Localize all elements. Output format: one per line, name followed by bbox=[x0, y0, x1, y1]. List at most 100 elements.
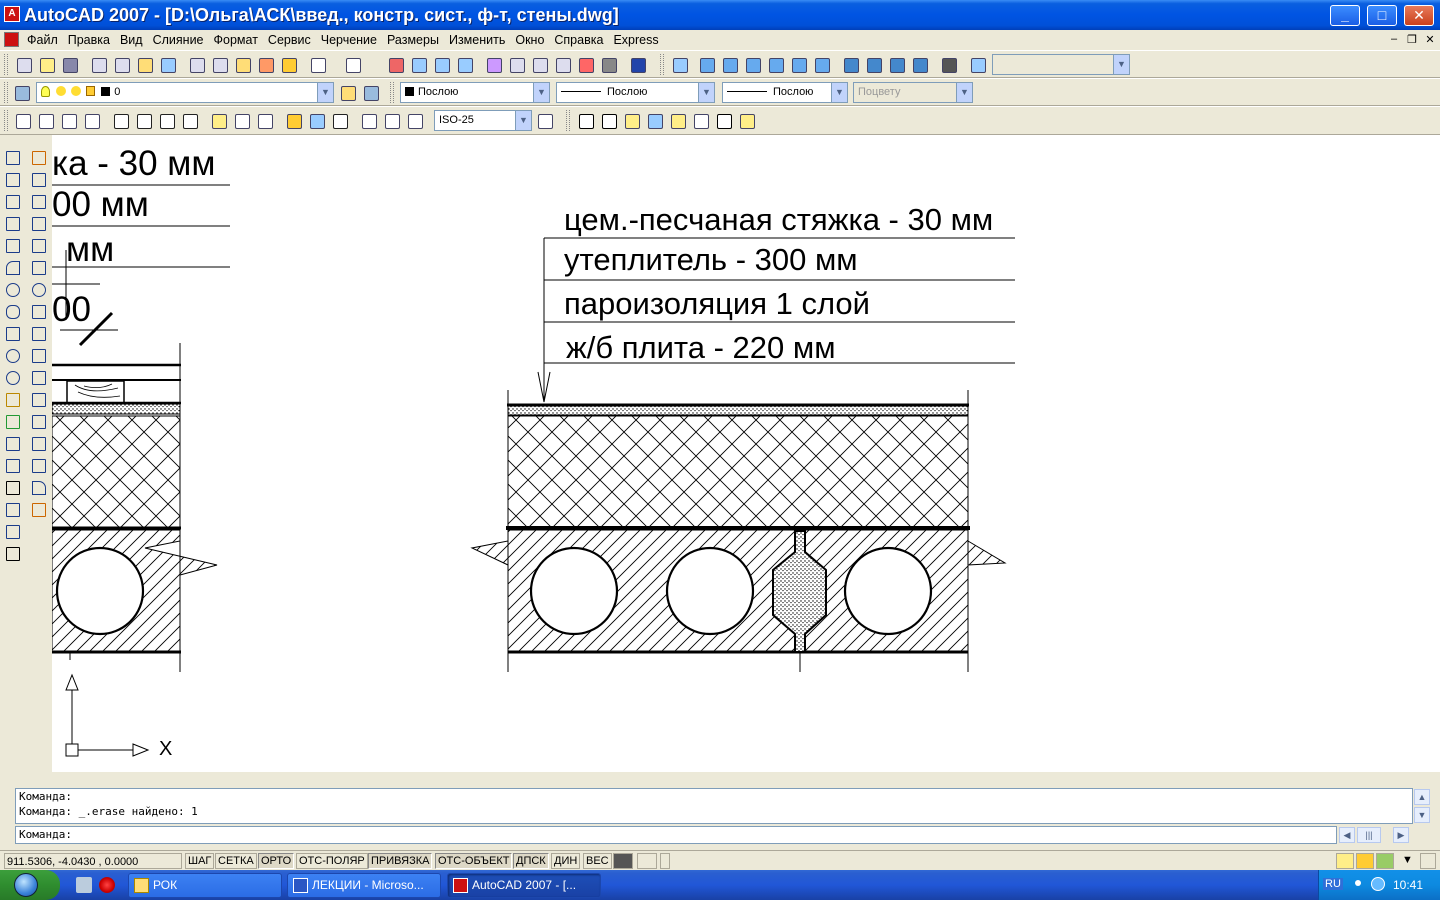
break-at-point-icon[interactable] bbox=[28, 389, 50, 409]
continue-dim-icon[interactable] bbox=[255, 111, 275, 131]
taskbar-item[interactable]: AutoCAD 2007 - [... bbox=[447, 873, 601, 898]
block-editor-icon[interactable] bbox=[279, 55, 299, 75]
dim-text-edit-icon[interactable] bbox=[382, 111, 402, 131]
menu-edit[interactable]: Правка bbox=[63, 32, 115, 48]
menu-express[interactable]: Express bbox=[608, 32, 663, 48]
menu-window[interactable]: Окно bbox=[510, 32, 549, 48]
calculator-icon[interactable] bbox=[599, 55, 619, 75]
ellipse-arc-icon[interactable] bbox=[2, 367, 24, 387]
label-insulation[interactable]: утеплитель - 300 мм bbox=[564, 244, 858, 275]
hatch-icon[interactable] bbox=[2, 455, 24, 475]
drawing-canvas[interactable]: ка - 30 мм 00 мм мм 00 цем.-песчаная стя… bbox=[52, 135, 1440, 772]
menu-merge[interactable]: Слияние bbox=[148, 32, 209, 48]
line-icon[interactable] bbox=[2, 147, 24, 167]
opera-icon[interactable] bbox=[99, 877, 115, 893]
menu-file[interactable]: Файл bbox=[22, 32, 63, 48]
scroll-left-icon[interactable]: ◀ bbox=[1339, 827, 1355, 843]
diameter-dim-icon[interactable] bbox=[157, 111, 177, 131]
right-view-icon[interactable] bbox=[766, 55, 786, 75]
join-icon[interactable] bbox=[28, 433, 50, 453]
arc-icon[interactable] bbox=[2, 257, 24, 277]
explode-icon[interactable] bbox=[28, 499, 50, 519]
left-label-third[interactable]: мм bbox=[66, 232, 114, 267]
menu-draw[interactable]: Черчение bbox=[316, 32, 382, 48]
save-icon[interactable] bbox=[60, 55, 80, 75]
dyn-toggle[interactable]: ДИН bbox=[551, 853, 581, 869]
taskbar-item[interactable]: ЛЕКЦИИ - Microso... bbox=[287, 873, 441, 898]
stretch-icon[interactable] bbox=[28, 323, 50, 343]
cut-icon[interactable] bbox=[187, 55, 207, 75]
autocad-icon[interactable]: A bbox=[4, 6, 20, 22]
lineweight-select[interactable]: Послою ▼ bbox=[722, 82, 848, 103]
scroll-down-icon[interactable]: ▼ bbox=[1414, 807, 1430, 823]
network-icon[interactable] bbox=[1371, 877, 1385, 891]
front-view-icon[interactable] bbox=[789, 55, 809, 75]
doc-close-button[interactable]: ✕ bbox=[1422, 33, 1438, 46]
sw-iso-icon[interactable] bbox=[841, 55, 861, 75]
chevron-down-icon[interactable]: ▼ bbox=[831, 83, 847, 102]
zoom-previous-icon[interactable] bbox=[455, 55, 475, 75]
plot-icon[interactable] bbox=[89, 55, 109, 75]
quicklaunch-icon[interactable] bbox=[76, 877, 92, 893]
back-view-icon[interactable] bbox=[812, 55, 832, 75]
make-block-icon[interactable] bbox=[2, 411, 24, 431]
new-icon[interactable] bbox=[14, 55, 34, 75]
offset-icon[interactable] bbox=[28, 213, 50, 233]
rotate-icon[interactable] bbox=[28, 279, 50, 299]
extend-icon[interactable] bbox=[28, 367, 50, 387]
dimstyle-select[interactable]: ISO-25 ▼ bbox=[434, 110, 532, 131]
layer-manager-icon[interactable] bbox=[12, 83, 32, 103]
toolbar-grip[interactable] bbox=[660, 54, 664, 75]
markup-icon[interactable] bbox=[576, 55, 596, 75]
color-select[interactable]: Послою ▼ bbox=[400, 82, 550, 103]
center-mark-icon[interactable] bbox=[330, 111, 350, 131]
left-label-screed[interactable]: ка - 30 мм bbox=[52, 146, 215, 181]
nw-iso-icon[interactable] bbox=[910, 55, 930, 75]
undo-icon[interactable] bbox=[308, 55, 328, 75]
status-menu-icon[interactable] bbox=[660, 853, 670, 869]
circle-icon[interactable] bbox=[2, 279, 24, 299]
single-line-text-icon[interactable] bbox=[599, 111, 619, 131]
insert-block-icon[interactable] bbox=[2, 389, 24, 409]
scroll-thumb[interactable]: ||| bbox=[1357, 827, 1381, 843]
chevron-down-icon[interactable]: ▼ bbox=[1400, 853, 1414, 869]
document-icon[interactable] bbox=[4, 32, 19, 47]
trim-icon[interactable] bbox=[28, 345, 50, 365]
scale-text-icon[interactable] bbox=[691, 111, 711, 131]
layer-select[interactable]: 0 ▼ bbox=[36, 82, 334, 103]
lwt-toggle[interactable]: ВЕС bbox=[583, 853, 612, 869]
dimstyle-manager-icon[interactable] bbox=[535, 111, 555, 131]
doc-restore-button[interactable]: ❐ bbox=[1404, 33, 1420, 46]
toolbar-grip[interactable] bbox=[390, 82, 394, 103]
layout-icon[interactable] bbox=[637, 853, 657, 869]
left-label-insulation[interactable]: 00 мм bbox=[52, 187, 149, 222]
polar-toggle[interactable]: ОТС-ПОЛЯР bbox=[296, 853, 368, 869]
revision-cloud-icon[interactable] bbox=[2, 301, 24, 321]
copy-object-icon[interactable] bbox=[28, 169, 50, 189]
taskbar-item[interactable]: РОК bbox=[128, 873, 282, 898]
clean-screen-icon[interactable] bbox=[1420, 853, 1436, 869]
gradient-icon[interactable] bbox=[2, 477, 24, 497]
quick-dim-icon[interactable] bbox=[209, 111, 229, 131]
find-text-icon[interactable] bbox=[645, 111, 665, 131]
aligned-dim-icon[interactable] bbox=[36, 111, 56, 131]
layer-previous-icon[interactable] bbox=[361, 83, 381, 103]
polygon-icon[interactable] bbox=[2, 213, 24, 233]
model-icon[interactable] bbox=[613, 853, 633, 869]
se-iso-icon[interactable] bbox=[864, 55, 884, 75]
close-button[interactable]: ✕ bbox=[1404, 5, 1434, 26]
linear-dim-icon[interactable] bbox=[13, 111, 33, 131]
chamfer-icon[interactable] bbox=[28, 455, 50, 475]
toolbar-grip[interactable] bbox=[4, 82, 8, 103]
spline-icon[interactable] bbox=[2, 323, 24, 343]
menu-modify[interactable]: Изменить bbox=[444, 32, 510, 48]
construction-line-icon[interactable] bbox=[2, 169, 24, 189]
communication-center-icon[interactable] bbox=[1356, 853, 1374, 869]
chevron-down-icon[interactable]: ▼ bbox=[698, 83, 714, 102]
radius-dim-icon[interactable] bbox=[111, 111, 131, 131]
polyline-icon[interactable] bbox=[2, 191, 24, 211]
help-icon[interactable] bbox=[628, 55, 648, 75]
pan-icon[interactable] bbox=[386, 55, 406, 75]
command-input[interactable]: Команда: bbox=[15, 826, 1337, 844]
coordinates-readout[interactable]: 911.5306, -4.0430 , 0.0000 bbox=[4, 853, 182, 869]
